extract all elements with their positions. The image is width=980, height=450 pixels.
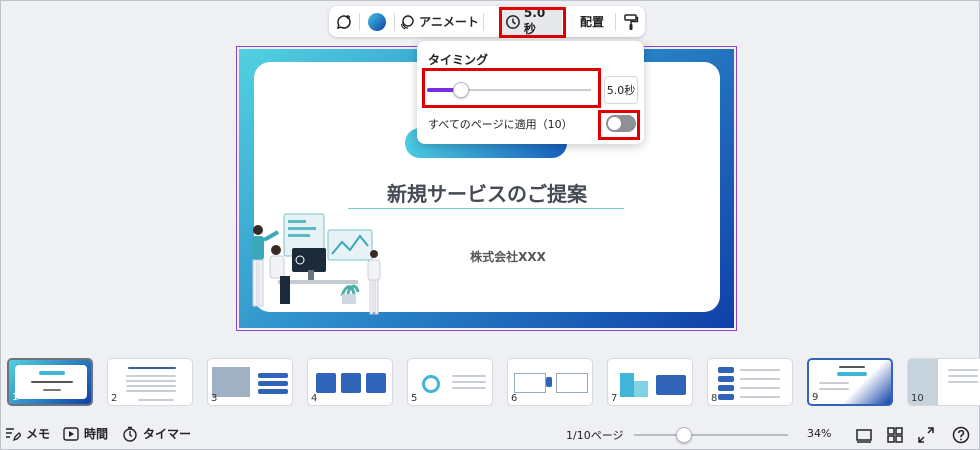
comment-plus-icon xyxy=(336,14,351,29)
play-box-icon xyxy=(63,426,79,441)
page-thumbnail-8[interactable]: 8 xyxy=(707,358,793,406)
page-thumbnail-6[interactable]: 6 xyxy=(507,358,593,406)
arrange-button[interactable]: 配置 xyxy=(573,6,611,37)
page-thumbnail-7[interactable]: 7 xyxy=(607,358,693,406)
page-thumbnail-9[interactable]: 9 xyxy=(807,358,893,406)
zoom-value[interactable]: 34% xyxy=(807,427,831,440)
pencil-lines-icon xyxy=(6,427,21,441)
apply-toggle-highlight xyxy=(598,110,640,140)
arrange-label: 配置 xyxy=(579,15,604,29)
timing-button-highlight xyxy=(499,7,566,38)
time-label: 時間 xyxy=(84,427,109,441)
timing-slider-highlight xyxy=(422,68,601,108)
timing-popover-title: タイミング xyxy=(428,53,489,67)
memo-label: メモ xyxy=(26,427,51,441)
stopwatch-icon xyxy=(123,426,137,442)
zoom-slider[interactable] xyxy=(634,427,788,443)
page-thumbnail-1[interactable]: 1 xyxy=(7,358,93,406)
page-number: 9 xyxy=(812,392,819,403)
page-number: 6 xyxy=(511,393,518,404)
page-thumbnail-3[interactable]: 3 xyxy=(207,358,293,406)
page-thumbnail-4[interactable]: 4 xyxy=(307,358,393,406)
page-number: 8 xyxy=(711,393,718,404)
top-toolbar: アニメート 5.0秒 配置 xyxy=(329,4,645,39)
slide-title[interactable]: 新規サービスのご提案 xyxy=(350,178,624,207)
toolbar-divider xyxy=(483,12,484,31)
time-button[interactable]: 時間 xyxy=(63,425,108,442)
presentation-illustration xyxy=(252,213,381,315)
page-number: 2 xyxy=(111,393,118,404)
comment-add-button[interactable] xyxy=(329,6,359,37)
animate-button[interactable]: アニメート xyxy=(395,6,483,37)
page-number: 1 xyxy=(12,392,19,403)
timer-label: タイマー xyxy=(143,427,192,441)
memo-button[interactable]: メモ xyxy=(5,425,50,442)
slide-company[interactable]: 株式会社XXX xyxy=(420,248,596,265)
page-indicator: 1/10ページ xyxy=(566,429,624,442)
page-number: 4 xyxy=(311,393,318,404)
page-thumbnail-2[interactable]: 2 xyxy=(107,358,193,406)
page-number: 10 xyxy=(911,393,924,404)
color-button[interactable] xyxy=(360,6,394,37)
page-thumbnail-5[interactable]: 5 xyxy=(407,358,493,406)
timer-button[interactable]: タイマー xyxy=(122,425,191,442)
timing-value-field[interactable]: 5.0秒 xyxy=(604,76,638,104)
color-swatch xyxy=(368,12,386,31)
help-icon[interactable] xyxy=(952,426,970,444)
page-thumbnail-10[interactable]: 10 xyxy=(907,358,980,406)
animate-icon xyxy=(401,14,414,29)
animate-label: アニメート xyxy=(419,15,479,29)
toolbar-divider xyxy=(615,12,616,31)
grid-view-icon[interactable] xyxy=(886,426,904,444)
single-page-view-icon[interactable] xyxy=(855,426,873,444)
paint-format-button[interactable] xyxy=(621,6,641,37)
apply-all-pages-label: すべてのページに適用（10） xyxy=(428,118,573,131)
page-number: 7 xyxy=(611,393,618,404)
page-number: 3 xyxy=(211,393,218,404)
paint-roller-icon xyxy=(624,13,639,30)
fullscreen-icon[interactable] xyxy=(917,426,935,444)
page-number: 5 xyxy=(411,393,418,404)
